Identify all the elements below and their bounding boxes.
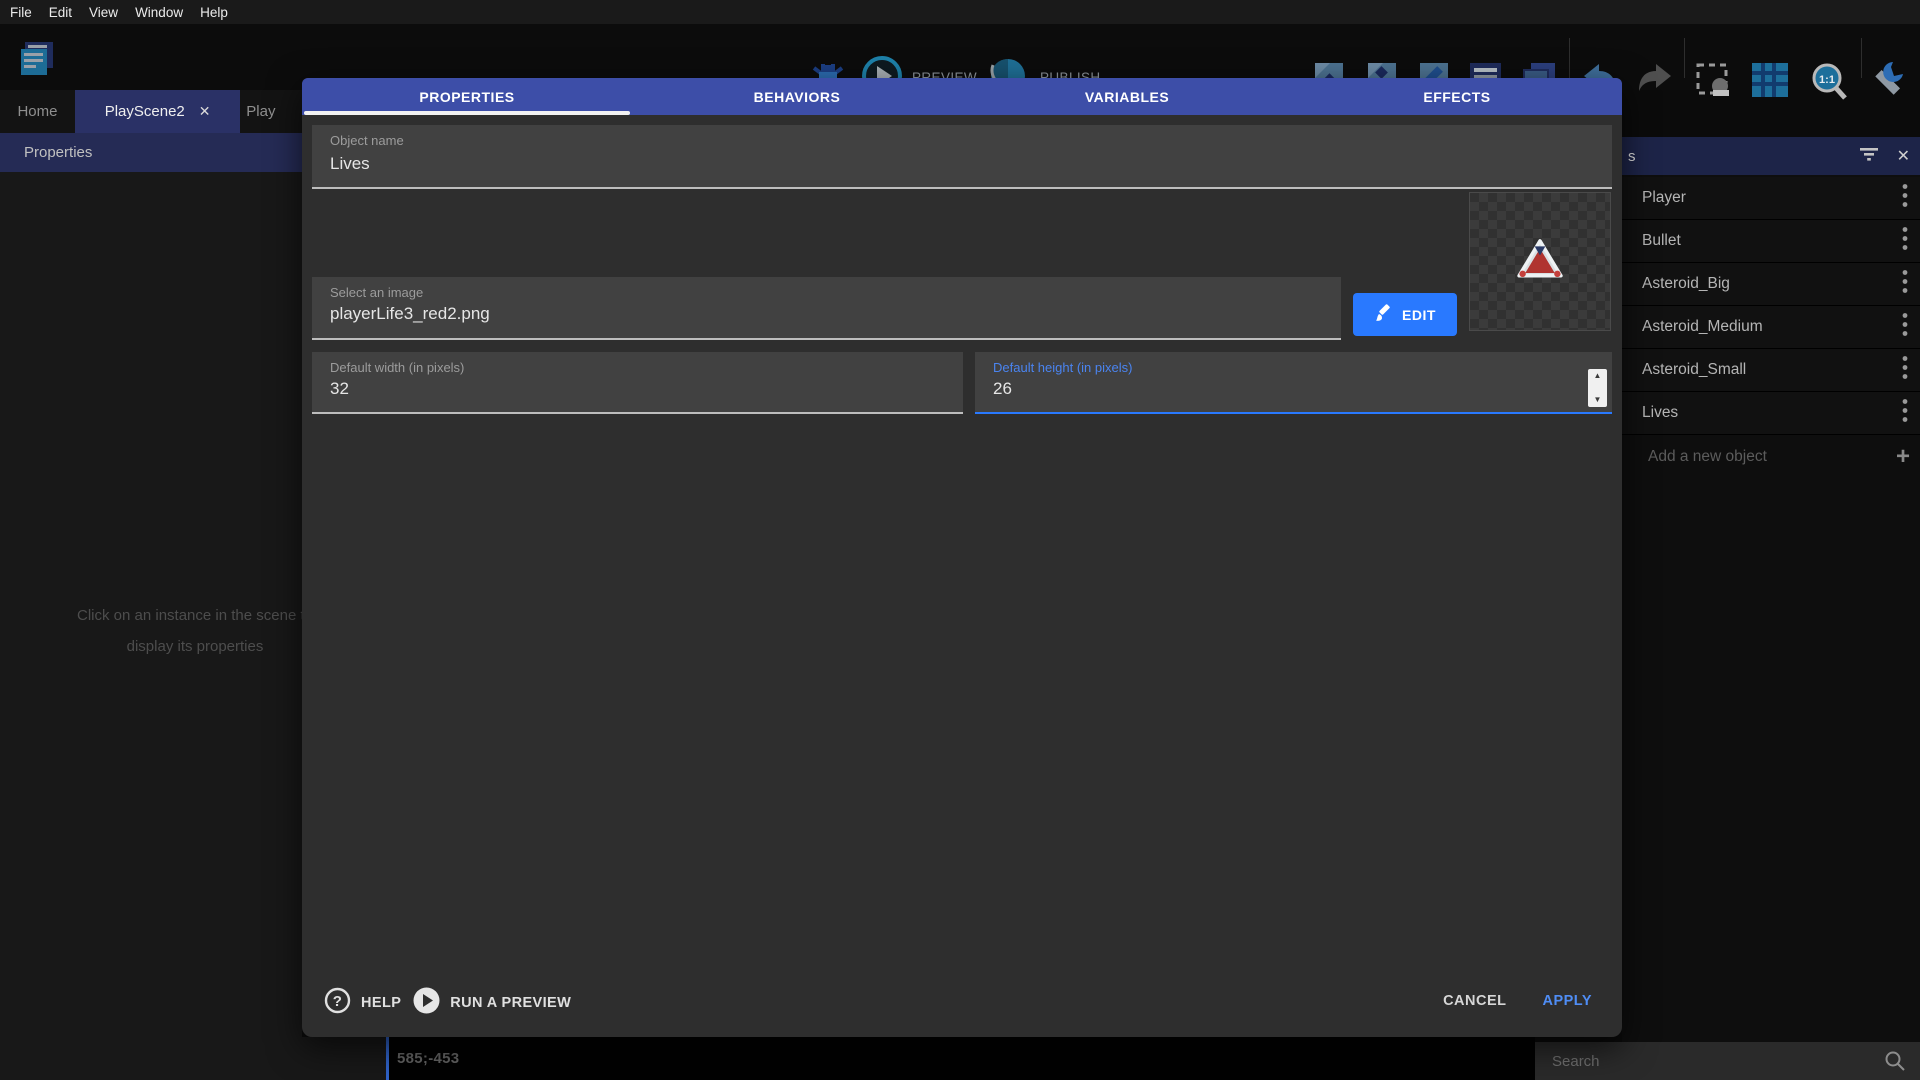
select-image-value: playerLife3_red2.png [330, 304, 490, 324]
tab-play-clipped[interactable]: Play [240, 90, 302, 133]
active-tab-underline [304, 111, 630, 115]
redo-icon[interactable] [1634, 60, 1674, 100]
selection-mask-icon[interactable] [1693, 60, 1733, 100]
objects-panel-header: s ✕ [1622, 137, 1920, 175]
ship-sprite-image [1516, 238, 1564, 285]
close-panel-icon[interactable]: ✕ [1897, 146, 1910, 166]
add-new-object-button[interactable]: Add a new object + [1622, 435, 1920, 479]
kebab-menu-icon[interactable] [1902, 184, 1908, 213]
object-name-label: Object name [330, 133, 404, 148]
gdevelop-window: File Edit View Window Help [0, 0, 1920, 1080]
wrench-icon[interactable] [1869, 60, 1911, 102]
stepper-up-icon[interactable]: ▲ [1594, 372, 1602, 380]
apply-button[interactable]: APPLY [1542, 993, 1592, 1009]
object-row-asteroid-big[interactable]: Asteroid_Big [1622, 263, 1920, 306]
default-height-value: 26 [993, 379, 1012, 399]
kebab-menu-icon[interactable] [1902, 399, 1908, 428]
default-width-field[interactable]: Default width (in pixels) 32 [312, 352, 963, 414]
menu-edit[interactable]: Edit [49, 5, 72, 20]
scene-canvas[interactable]: 585;-453 [389, 1037, 1535, 1080]
object-row-asteroid-small[interactable]: Asteroid_Small [1622, 349, 1920, 392]
stepper-down-icon[interactable]: ▼ [1594, 396, 1602, 404]
dialog-tab-variables[interactable]: VARIABLES [962, 78, 1292, 115]
run-preview-label: RUN A PREVIEW [450, 995, 571, 1011]
objects-panel: s ✕ Player Bullet [1622, 137, 1920, 1080]
cursor-coordinates: 585;-453 [397, 1050, 459, 1067]
cancel-button[interactable]: CANCEL [1443, 993, 1506, 1009]
filter-icon[interactable] [1859, 147, 1879, 165]
default-width-label: Default width (in pixels) [330, 360, 464, 375]
menu-window[interactable]: Window [135, 5, 183, 20]
plus-icon: + [1896, 445, 1910, 469]
object-name-value: Lives [330, 154, 370, 174]
object-row-player[interactable]: Player [1622, 177, 1920, 220]
select-image-field[interactable]: Select an image playerLife3_red2.png [312, 277, 1341, 340]
editor-tabbar: Home PlayScene2 ✕ Play [0, 90, 302, 133]
objects-list: Player Bullet Asteroid_Big Asteroid_Medi… [1622, 177, 1920, 479]
kebab-menu-icon[interactable] [1902, 227, 1908, 256]
play-circle-icon [413, 987, 440, 1018]
tab-home-label: Home [17, 103, 57, 120]
menu-file[interactable]: File [10, 5, 32, 20]
kebab-menu-icon[interactable] [1902, 356, 1908, 385]
height-stepper[interactable]: ▲ ▼ [1588, 369, 1607, 407]
svg-text:1:1: 1:1 [1819, 74, 1835, 86]
search-bar [1535, 1042, 1920, 1080]
tab-home[interactable]: Home [0, 90, 75, 133]
default-height-label: Default height (in pixels) [993, 360, 1132, 375]
object-name-field[interactable]: Object name Lives [312, 125, 1612, 189]
menu-view[interactable]: View [89, 5, 118, 20]
objects-panel-title-clipped: s [1628, 148, 1636, 165]
dialog-tab-behaviors[interactable]: BEHAVIORS [632, 78, 962, 115]
run-preview-button[interactable]: RUN A PREVIEW [413, 987, 571, 1018]
dialog-tab-properties[interactable]: PROPERTIES [302, 78, 632, 115]
properties-panel-header: Properties [0, 133, 302, 172]
tab-close-icon[interactable]: ✕ [199, 103, 211, 120]
edit-button-label: EDIT [1402, 307, 1436, 323]
svg-text:?: ? [333, 993, 343, 1010]
tab-play-label: Play [246, 103, 275, 120]
kebab-menu-icon[interactable] [1902, 313, 1908, 342]
edit-image-button[interactable]: EDIT [1353, 293, 1457, 336]
help-icon: ? [324, 987, 351, 1018]
dialog-tab-effects[interactable]: EFFECTS [1292, 78, 1622, 115]
select-image-label: Select an image [330, 285, 423, 300]
object-row-asteroid-medium[interactable]: Asteroid_Medium [1622, 306, 1920, 349]
brush-icon [1374, 304, 1392, 325]
menu-bar: File Edit View Window Help [0, 0, 1920, 24]
menu-help[interactable]: Help [200, 5, 228, 20]
panel-gap [302, 1037, 386, 1080]
sprite-preview [1469, 192, 1611, 331]
dialog-footer: ? HELP RUN A PREVIEW CANCEL [302, 971, 1622, 1037]
object-editor-dialog: PROPERTIES BEHAVIORS VARIABLES EFFECTS O… [302, 78, 1622, 1037]
zoom-1-1-icon[interactable]: 1:1 [1808, 60, 1850, 102]
grid-icon[interactable] [1749, 60, 1791, 100]
search-icon[interactable] [1884, 1050, 1906, 1072]
object-row-lives[interactable]: Lives [1622, 392, 1920, 435]
toolbar-divider [1861, 38, 1862, 78]
object-row-bullet[interactable]: Bullet [1622, 220, 1920, 263]
tab-playscene2[interactable]: PlayScene2 ✕ [75, 90, 240, 133]
properties-panel: Properties Click on an instance in the s… [0, 133, 302, 1080]
tab-playscene2-label: PlayScene2 [105, 103, 185, 120]
properties-panel-title: Properties [24, 144, 92, 161]
help-label: HELP [361, 995, 401, 1011]
kebab-menu-icon[interactable] [1902, 270, 1908, 299]
search-input[interactable] [1535, 1053, 1884, 1070]
toolbar-divider [1684, 38, 1685, 78]
default-height-field[interactable]: Default height (in pixels) 26 ▲ ▼ [975, 352, 1612, 414]
empty-selection-message: Click on an instance in the scene to dis… [0, 600, 302, 662]
dialog-tabbar: PROPERTIES BEHAVIORS VARIABLES EFFECTS [302, 78, 1622, 115]
app-logo-icon[interactable] [16, 36, 60, 80]
default-width-value: 32 [330, 379, 349, 399]
help-button[interactable]: ? HELP [324, 987, 401, 1018]
toolbar-divider [1569, 38, 1570, 78]
